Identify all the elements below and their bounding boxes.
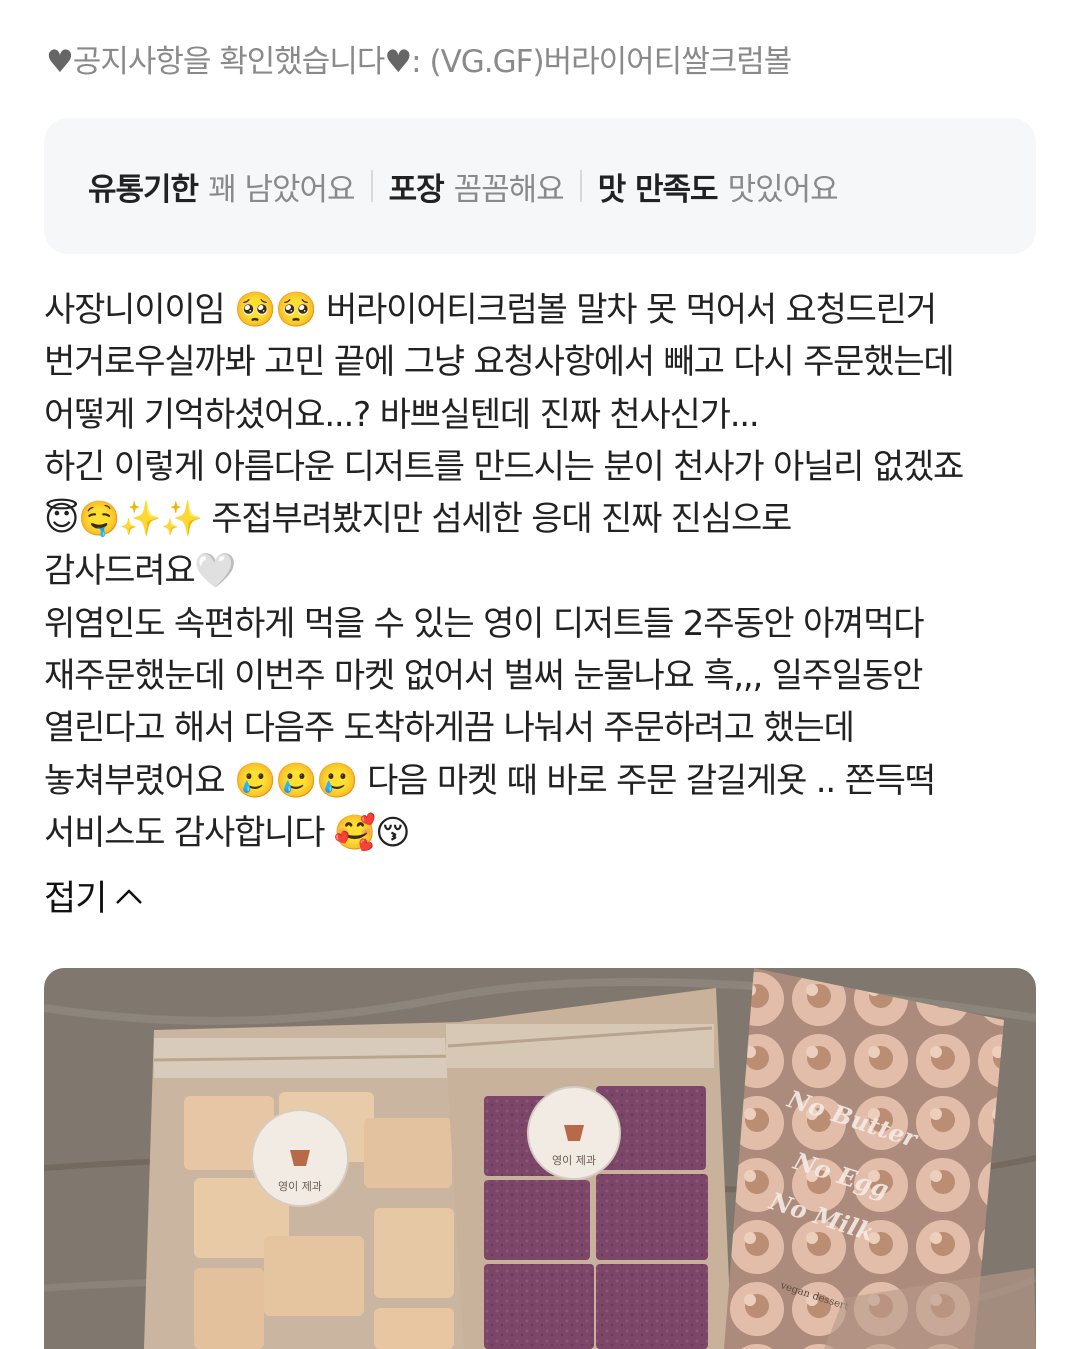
sticker-label: 영이 제과: [552, 1154, 596, 1167]
product-photo-image: 영이 제과 영이 제과 No Butter No Egg No Milk veg…: [44, 968, 1036, 1349]
review-photo[interactable]: 영이 제과 영이 제과 No Butter No Egg No Milk veg…: [44, 968, 1036, 1349]
summary-item-taste: 맛 만족도 맛있어요: [597, 164, 839, 209]
review-summary-box: 유통기한 꽤 남았어요 포장 꼼꼼해요 맛 만족도 맛있어요: [44, 118, 1036, 254]
fold-label: 접기: [44, 879, 107, 919]
divider: [370, 170, 373, 202]
sticker-label: 영이 제과: [278, 1180, 322, 1193]
review-line: 어떻게 기억하셨어요...? 바쁘실텐데 진짜 천사신가...: [44, 394, 760, 435]
summary-key: 포장: [388, 171, 445, 208]
review-line: 감사드려요🤍: [44, 551, 237, 592]
chevron-up-icon: [116, 888, 143, 904]
review-line: 위염인도 속편하게 먹을 수 있는 영이 디저트들 2주동안 아껴먹다: [44, 603, 925, 644]
divider: [579, 170, 582, 202]
summary-value: 맛있어요: [727, 171, 839, 208]
option-line: ♥공지사항을 확인했습니다♥: (VG.GF)버라이어티쌀크럼볼: [46, 36, 1046, 81]
review-line: 열린다고 해서 다음주 도착하게끔 나눠서 주문하려고 했는데: [44, 708, 855, 749]
fold-button[interactable]: 접기: [44, 870, 144, 921]
summary-key: 유통기한: [88, 171, 199, 208]
review-body: 사장니이이임 🥺🥺 버라이어티크럼볼 말차 못 먹어서 요청드린거 번거로우실까…: [44, 284, 1044, 859]
heart-icon: ♥: [46, 44, 74, 80]
option-notice-text: 공지사항을 확인했습니다: [72, 44, 386, 80]
summary-value: 꽤 남았어요: [208, 171, 355, 208]
review-line: 서비스도 감사합니다 🥰😚: [44, 812, 411, 853]
review-line: 번거로우실까봐 고민 끝에 그냥 요청사항에서 빼고 다시 주문했는데: [44, 342, 955, 383]
summary-key: 맛 만족도: [597, 171, 719, 208]
summary-item-packaging: 포장 꼼꼼해요: [388, 164, 565, 209]
review-line: 하긴 이렇게 아름다운 디저트를 만드시는 분이 천사가 아닐리 없겠죠: [44, 446, 964, 487]
review-line: 놓쳐부렸어요 🥲🥲🥲 다음 마켓 때 바로 주문 갈길게욧 .. 쫀득떡: [44, 760, 936, 801]
option-product-name: : (VG.GF)버라이어티쌀크럼볼: [411, 44, 792, 80]
review-line: 😇🤤✨✨ 주접부려봤지만 섬세한 응대 진짜 진심으로: [44, 499, 792, 540]
summary-item-expiry: 유통기한 꽤 남았어요: [88, 164, 356, 209]
summary-value: 꼼꼼해요: [453, 171, 565, 208]
heart-icon: ♥: [384, 44, 412, 80]
review-line: 사장니이이임 🥺🥺 버라이어티크럼볼 말차 못 먹어서 요청드린거: [44, 290, 937, 330]
review-line: 재주문했눈데 이번주 마켓 없어서 벌써 눈물나요 흑,,, 일주일동안: [44, 656, 923, 697]
